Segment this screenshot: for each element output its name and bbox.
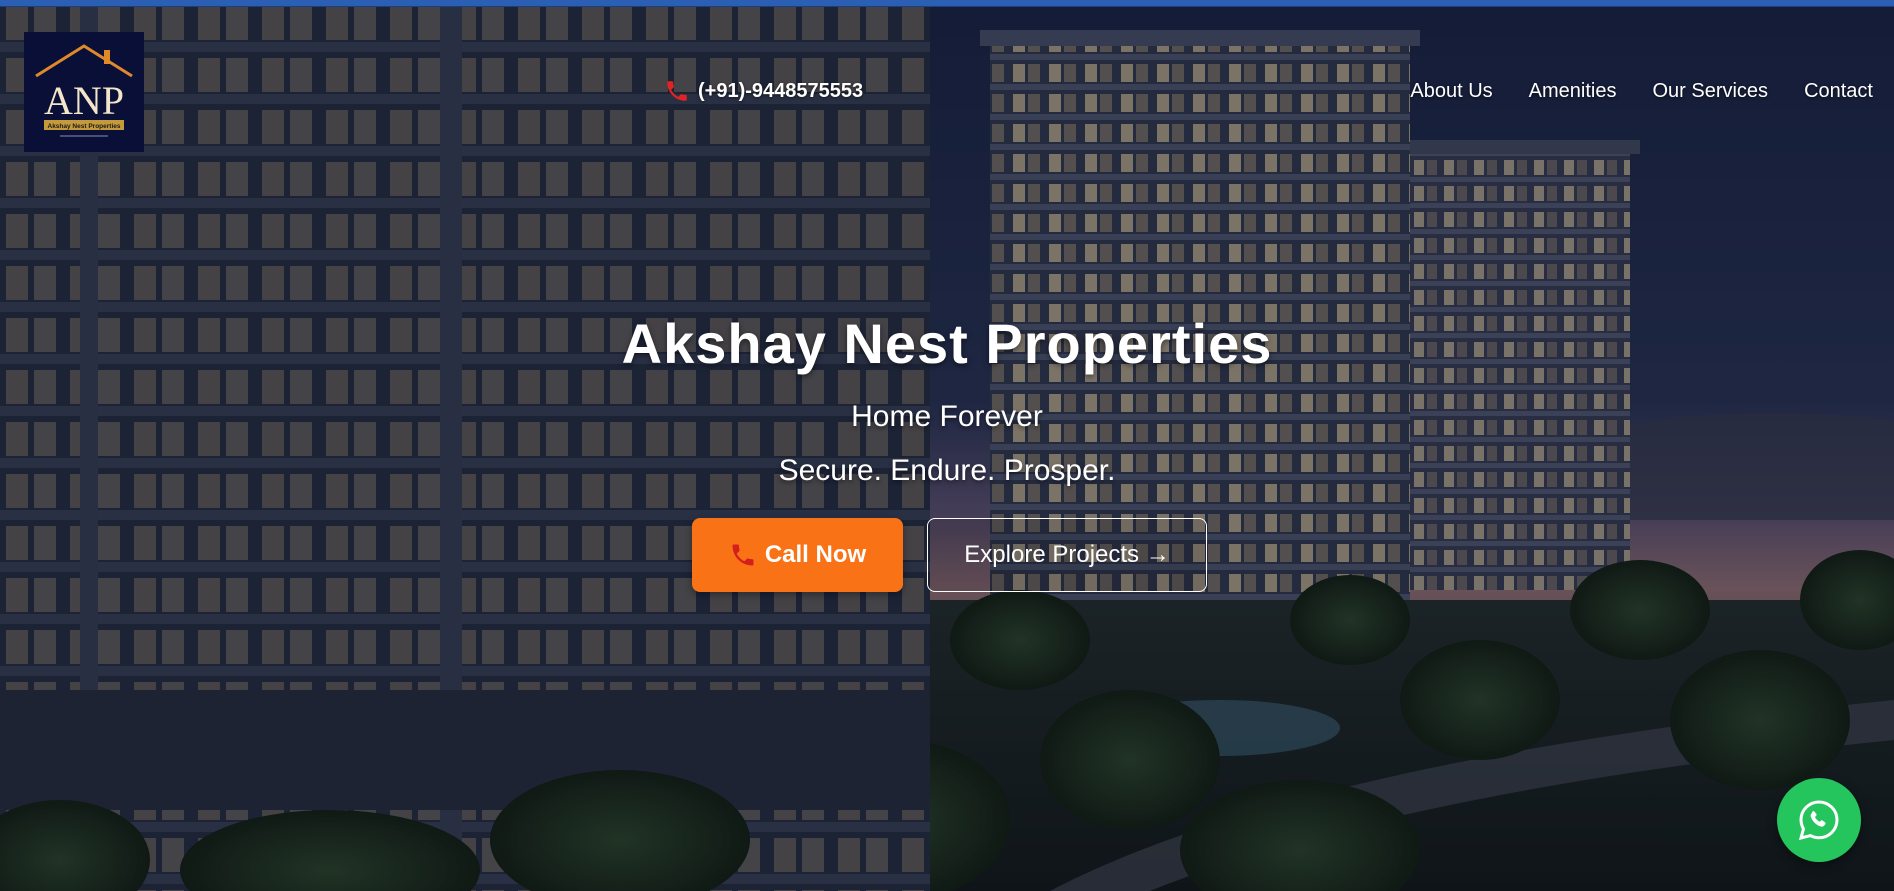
header-phone-link[interactable]: (+91)-9448575553 <box>664 78 863 104</box>
whatsapp-chat-button[interactable] <box>1777 778 1861 862</box>
main-nav: About Us Amenities Our Services Contact <box>1410 80 1873 103</box>
explore-projects-label: Explore Projects → <box>964 541 1170 568</box>
svg-text:ANP: ANP <box>44 78 124 123</box>
phone-icon <box>664 78 690 104</box>
brand-logo[interactable]: ANP Akshay Nest Properties <box>24 32 144 152</box>
hero-section: Akshay Nest Properties Home Forever Secu… <box>0 305 1894 490</box>
phone-icon <box>729 541 757 569</box>
nav-our-services[interactable]: Our Services <box>1652 80 1768 103</box>
nav-about-us[interactable]: About Us <box>1410 80 1492 103</box>
hero-title: Akshay Nest Properties <box>621 312 1273 375</box>
nav-amenities[interactable]: Amenities <box>1529 80 1617 103</box>
whatsapp-icon <box>1795 796 1843 844</box>
nav-contact[interactable]: Contact <box>1804 80 1873 103</box>
call-now-label: Call Now <box>764 541 867 568</box>
call-now-button[interactable]: Call Now <box>692 518 903 592</box>
explore-projects-button[interactable]: Explore Projects → <box>927 518 1207 592</box>
page: ANP Akshay Nest Properties (+91)-9448575… <box>0 0 1894 891</box>
top-accent-bar <box>0 0 1894 7</box>
phone-number-text: (+91)-9448575553 <box>698 79 864 102</box>
svg-text:Akshay Nest Properties: Akshay Nest Properties <box>48 123 121 130</box>
hero-subtitle: Home Forever <box>851 400 1043 433</box>
hero-tagline: Secure. Endure. Prosper. <box>778 454 1116 487</box>
